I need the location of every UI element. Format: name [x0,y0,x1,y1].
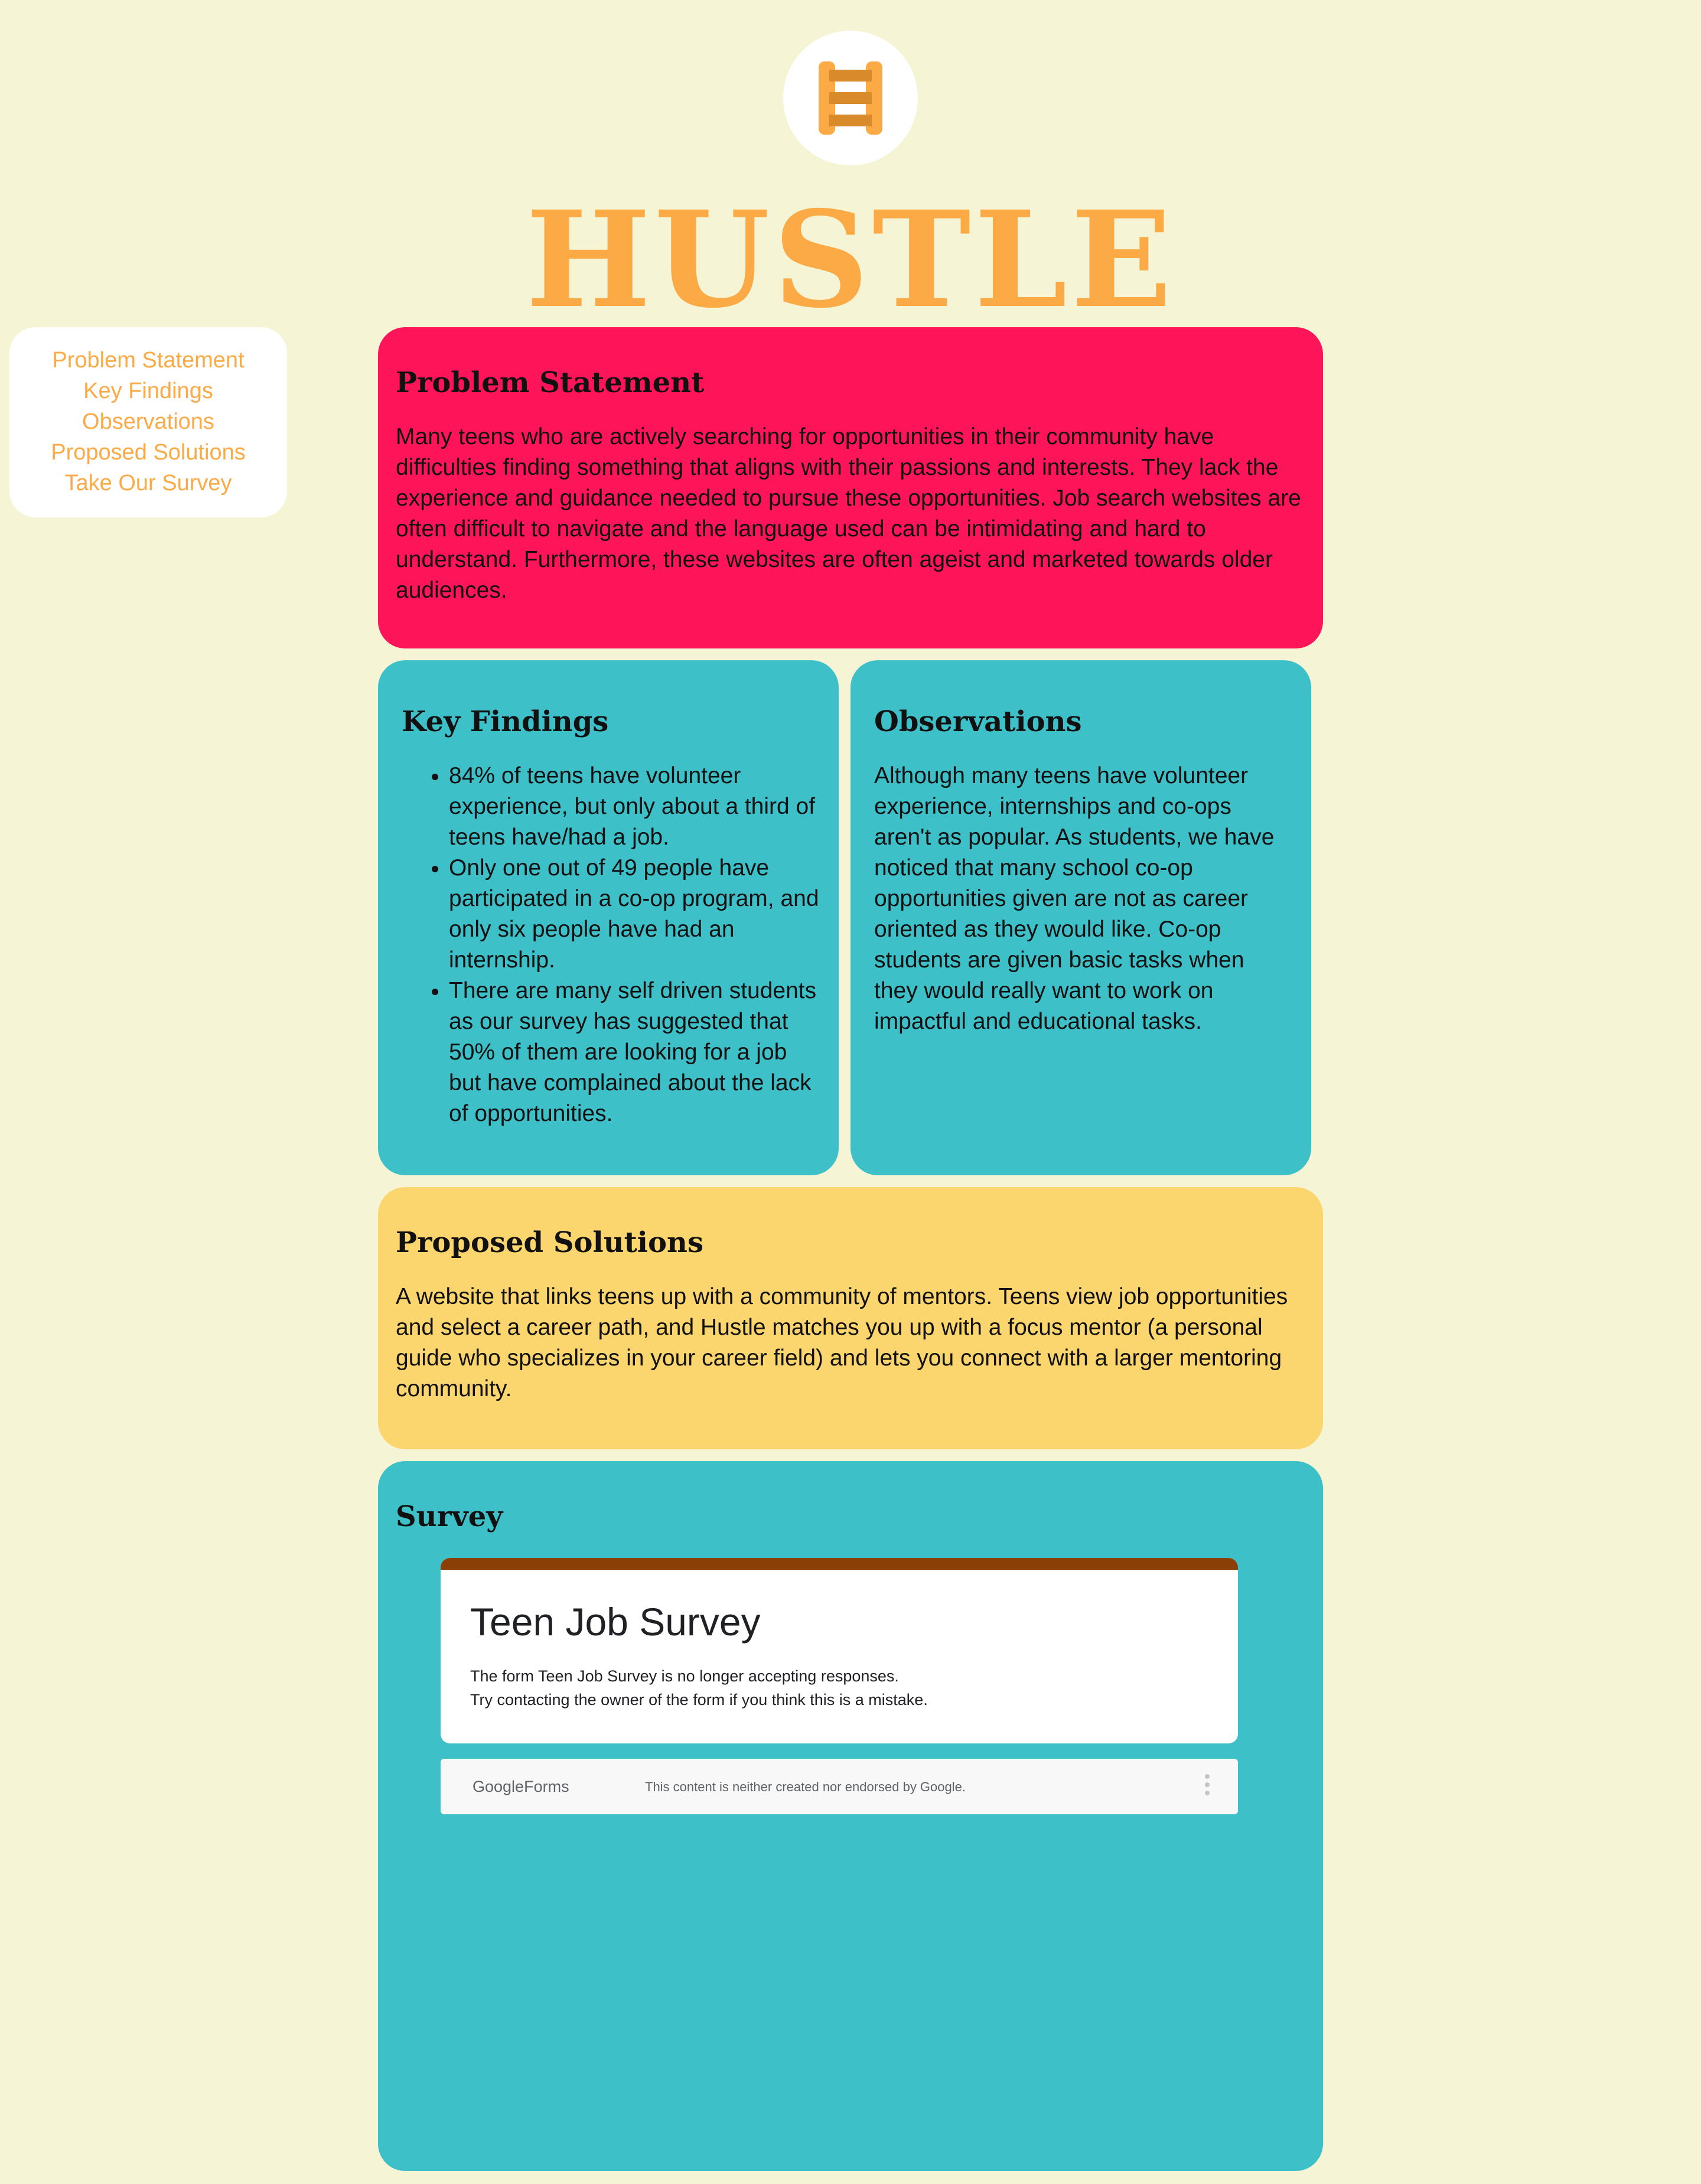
form-closed-line-2: Try contacting the owner of the form if … [470,1691,928,1709]
more-options-icon[interactable] [1205,1774,1211,1799]
google-forms-logo[interactable]: GoogleForms [472,1775,569,1798]
proposed-solutions-text: A website that links teens up with a com… [396,1284,1288,1401]
side-nav: Problem Statement Key Findings Observati… [9,327,287,517]
logo [783,31,918,165]
nav-link-proposed-solutions[interactable]: Proposed Solutions [9,437,287,468]
form-closed-message: The form Teen Job Survey is no longer ac… [470,1664,928,1712]
proposed-solutions-card: Proposed Solutions A website that links … [378,1187,1323,1449]
key-findings-card: Key Findings 84% of teens have volunteer… [378,660,839,1175]
list-item: 84% of teens have volunteer experience, … [449,761,821,853]
survey-heading: Survey [396,1500,503,1533]
form-title: Teen Job Survey [470,1600,761,1644]
observations-card: Observations Although many teens have vo… [850,660,1311,1175]
proposed-solutions-heading: Proposed Solutions [396,1226,703,1259]
nav-link-key-findings[interactable]: Key Findings [9,376,287,406]
survey-card: Survey Teen Job Survey The form Teen Job… [378,1461,1323,2171]
key-findings-list: 84% of teens have volunteer experience, … [402,761,821,1129]
nav-link-problem-statement[interactable]: Problem Statement [9,345,287,376]
problem-statement-text: Many teens who are actively searching fo… [396,424,1301,603]
form-disclaimer: This content is neither created nor endo… [645,1779,966,1794]
google-forms-logo-google: Google [472,1778,524,1795]
ladder-icon [819,61,882,135]
form-footer: GoogleForms This content is neither crea… [441,1759,1238,1814]
nav-link-observations[interactable]: Observations [9,406,287,437]
embedded-form: Teen Job Survey The form Teen Job Survey… [441,1558,1238,1743]
form-accent-bar [441,1558,1238,1570]
brand-title: HUSTLE [526,182,1175,337]
problem-statement-card: Problem Statement Many teens who are act… [378,327,1323,648]
problem-statement-heading: Problem Statement [396,366,705,399]
form-closed-line-1: The form Teen Job Survey is no longer ac… [470,1667,899,1685]
key-findings-heading: Key Findings [402,705,609,738]
observations-heading: Observations [874,705,1082,738]
observations-text: Although many teens have volunteer exper… [874,763,1275,1034]
nav-link-take-our-survey[interactable]: Take Our Survey [9,468,287,498]
google-forms-logo-forms: Forms [524,1778,569,1795]
list-item: There are many self driven students as o… [449,976,821,1129]
list-item: Only one out of 49 people have participa… [449,853,821,976]
